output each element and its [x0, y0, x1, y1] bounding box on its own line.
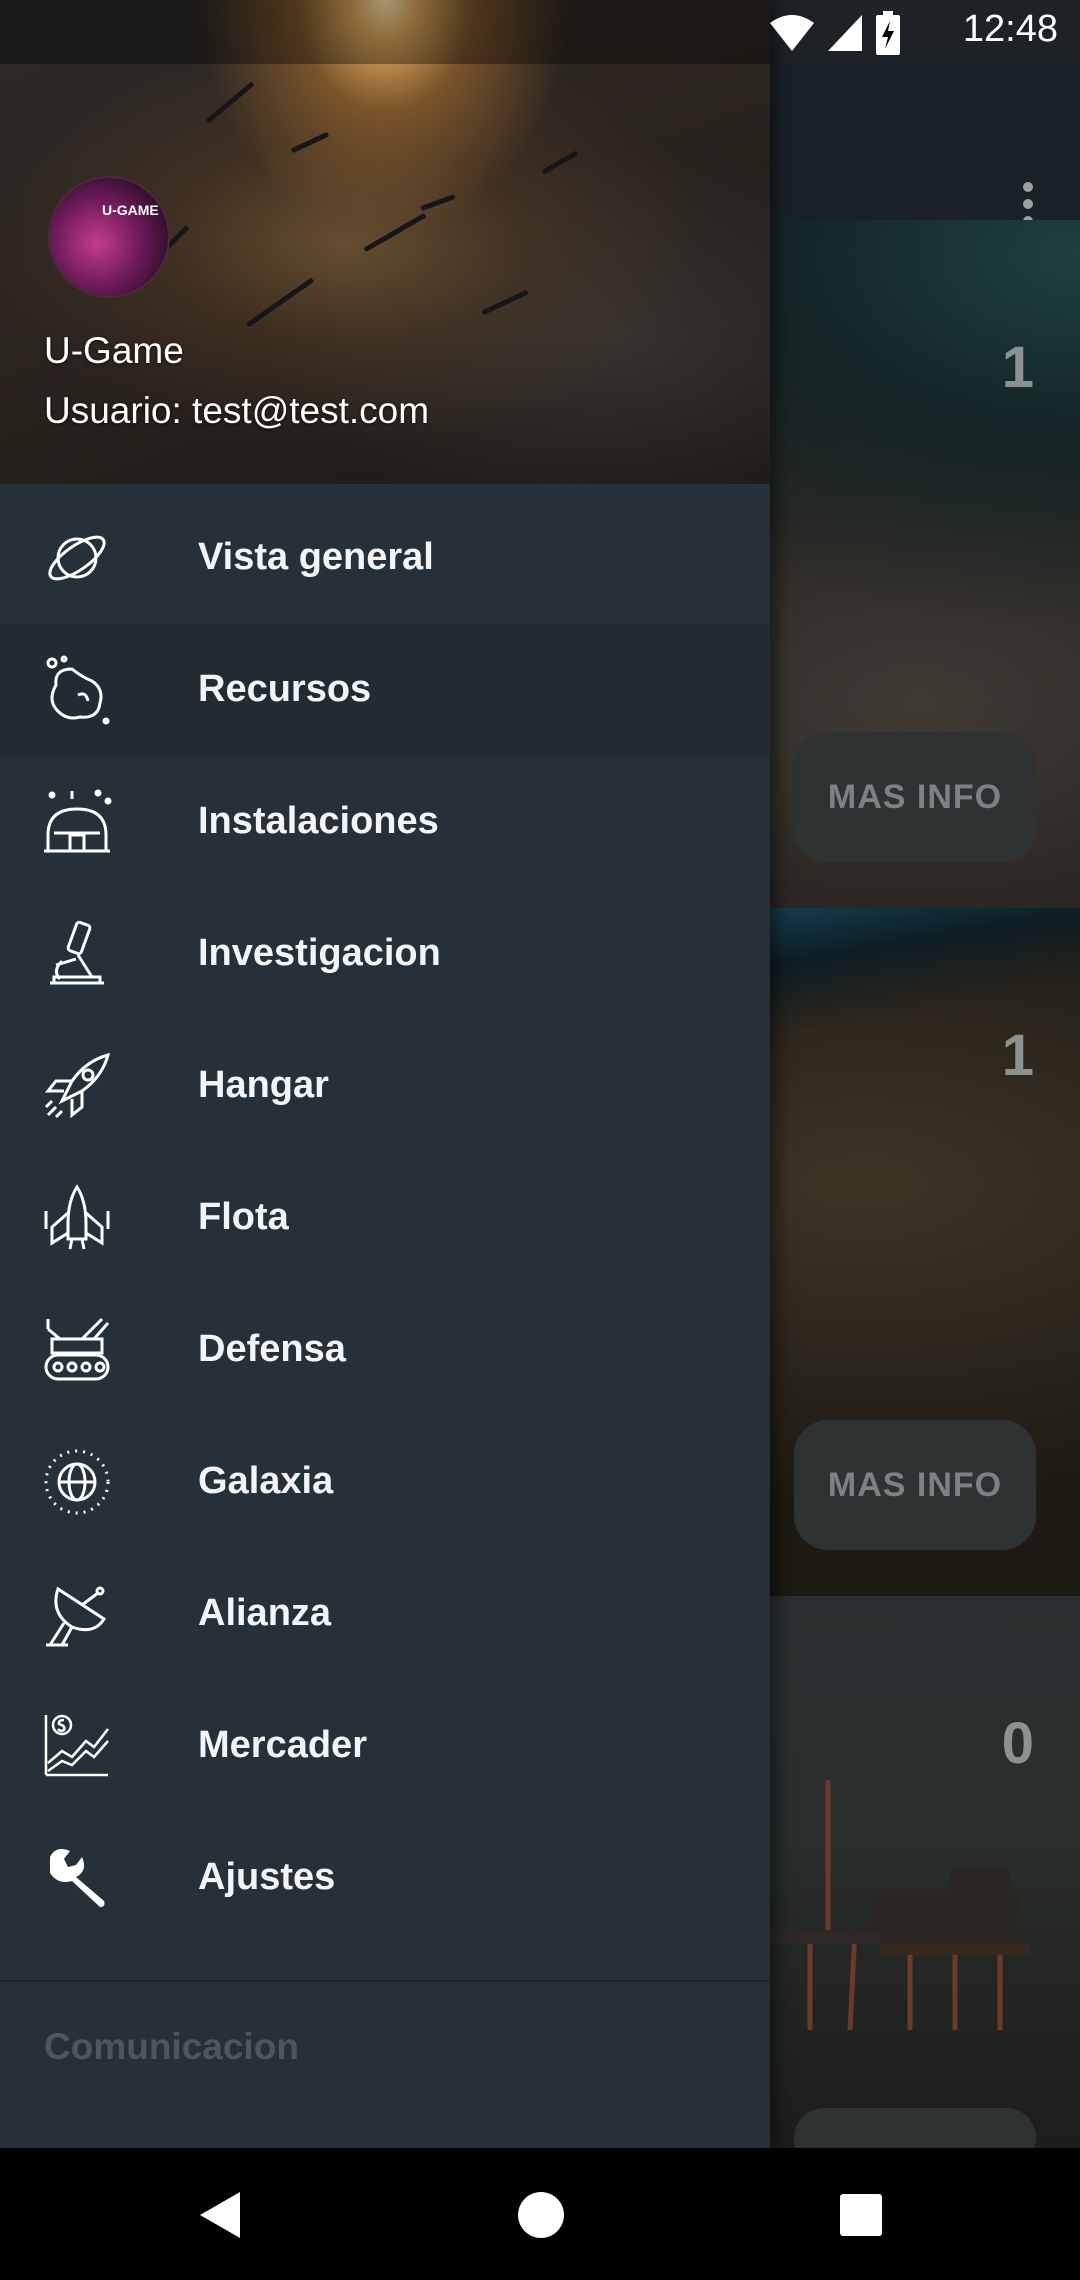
drawer-header: U-GAME U-Game Usuario: test@test.com [0, 0, 770, 484]
card-count: 1 [1001, 335, 1034, 400]
mas-info-button[interactable]: MAS INFO [794, 1420, 1036, 1550]
status-icons [768, 11, 902, 55]
menu-label: Mercader [198, 1724, 367, 1766]
menu-item-galaxia[interactable]: Galaxia [0, 1416, 770, 1548]
menu-item-alianza[interactable]: Alianza [0, 1548, 770, 1680]
back-icon[interactable] [194, 2188, 248, 2242]
recents-icon[interactable] [834, 2188, 888, 2242]
menu-item-recursos[interactable]: Recursos [0, 624, 770, 756]
menu-item-mercader[interactable]: Mercader [0, 1680, 770, 1812]
menu-label: Ajustes [198, 1856, 336, 1898]
avatar-logo-text: U-GAME [102, 202, 159, 218]
menu-item-vista-general[interactable]: Vista general [0, 492, 770, 624]
card-count: 0 [1001, 1711, 1034, 1776]
wifi-icon [770, 15, 814, 51]
oil-rig-image [770, 1780, 1030, 2031]
menu-label: Galaxia [198, 1460, 334, 1502]
menu-label: Alianza [198, 1592, 332, 1634]
menu-item-hangar[interactable]: Hangar [0, 1020, 770, 1152]
navigation-drawer: U-GAME U-Game Usuario: test@test.com Vis… [0, 0, 770, 2148]
satellite-dish-icon [42, 1579, 112, 1649]
mas-info-button[interactable]: MAS INFO [794, 732, 1036, 862]
menu-item-flota[interactable]: Flota [0, 1152, 770, 1284]
asteroid-icon [42, 655, 112, 725]
menu-label: Instalaciones [198, 800, 439, 842]
home-icon[interactable] [514, 2188, 568, 2242]
market-chart-icon [42, 1711, 112, 1781]
menu-label: Flota [198, 1196, 289, 1238]
tank-icon [42, 1315, 112, 1385]
wrench-icon [42, 1843, 112, 1913]
user-email: Usuario: test@test.com [44, 390, 430, 431]
divider [0, 1980, 770, 1982]
menu-label: Defensa [198, 1328, 346, 1370]
mas-info-button[interactable] [794, 2108, 1036, 2148]
battery-charging-icon [876, 11, 900, 55]
dome-icon [42, 787, 112, 857]
microscope-icon [42, 919, 112, 989]
starship-icon [42, 1183, 112, 1253]
avatar[interactable]: U-GAME [48, 176, 170, 298]
menu-label: Hangar [198, 1064, 329, 1106]
drawer-menu: Vista general Recursos Instalaciones Inv… [0, 492, 770, 1944]
menu-item-ajustes[interactable]: Ajustes [0, 1812, 770, 1944]
rocket-icon [42, 1051, 112, 1121]
card-count: 1 [1001, 1023, 1034, 1088]
status-bar: 12:48 [0, 0, 1080, 64]
menu-item-defensa[interactable]: Defensa [0, 1284, 770, 1416]
clock: 12:48 [962, 8, 1058, 50]
planet-icon [42, 523, 112, 593]
signal-icon [828, 15, 862, 51]
section-header-comunicacion: Comunicacion [44, 2026, 299, 2067]
system-nav-bar [0, 2148, 1080, 2280]
menu-item-instalaciones[interactable]: Instalaciones [0, 756, 770, 888]
menu-item-investigacion[interactable]: Investigacion [0, 888, 770, 1020]
user-name: U-Game [44, 330, 184, 371]
menu-label: Investigacion [198, 932, 441, 974]
menu-label: Vista general [198, 536, 434, 578]
globe-icon [42, 1447, 112, 1517]
menu-label: Recursos [198, 668, 372, 710]
